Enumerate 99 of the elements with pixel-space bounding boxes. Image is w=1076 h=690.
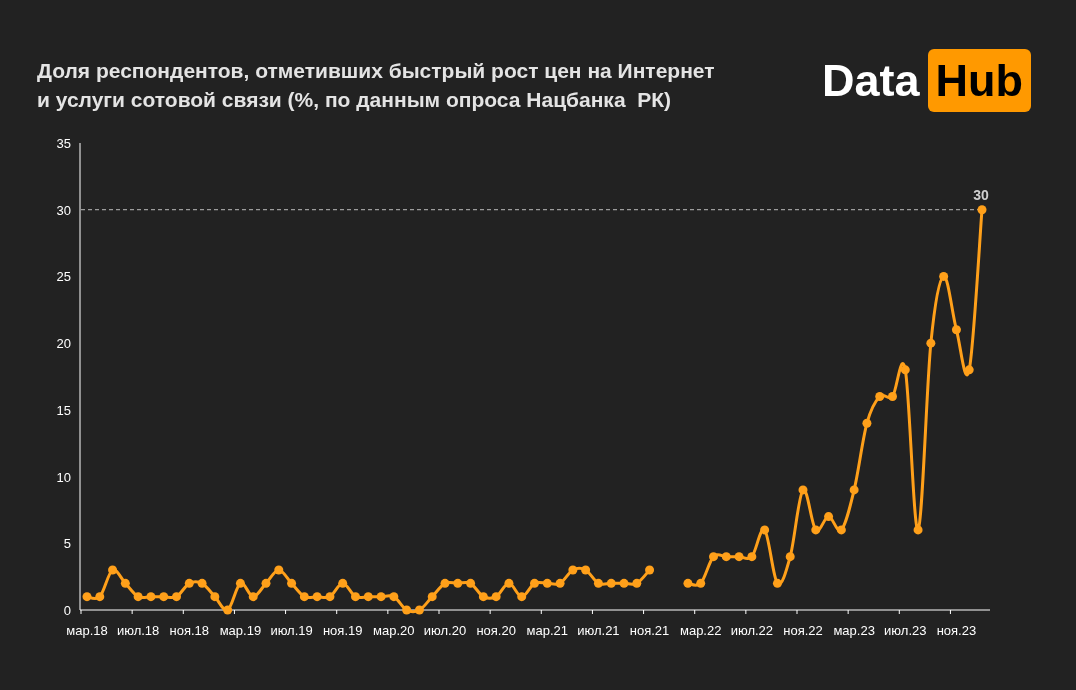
data-point — [619, 578, 629, 588]
data-point — [389, 592, 399, 602]
x-tick-label: ноя.20 — [476, 623, 516, 638]
data-point — [453, 578, 463, 588]
data-point — [683, 578, 693, 588]
data-point — [517, 592, 527, 602]
data-point — [184, 578, 194, 588]
y-tick-label: 15 — [56, 402, 71, 418]
data-point — [120, 578, 130, 588]
logo-badge: Hub — [927, 49, 1031, 112]
data-point — [248, 592, 258, 602]
data-point — [376, 592, 386, 602]
data-point — [504, 578, 514, 588]
data-point — [849, 485, 859, 495]
data-point — [210, 592, 220, 602]
x-tick-label: июл.18 — [116, 623, 160, 638]
data-point — [926, 338, 936, 348]
x-tick-label: мар.19 — [219, 623, 262, 638]
data-point — [939, 271, 949, 281]
data-point — [747, 552, 757, 562]
x-tick-label: ноя.21 — [629, 623, 670, 638]
data-point — [709, 552, 718, 562]
y-tick-label: 25 — [56, 269, 71, 285]
data-point — [888, 392, 897, 401]
data-point — [108, 565, 118, 575]
data-point — [299, 592, 309, 602]
x-tick-label: июл.20 — [423, 623, 467, 638]
data-point — [824, 512, 834, 522]
data-point — [900, 365, 910, 375]
data-point — [632, 578, 642, 588]
data-point — [542, 578, 552, 588]
data-point — [951, 325, 961, 335]
data-point — [721, 552, 731, 562]
y-tick-label: 5 — [63, 536, 71, 552]
data-point — [760, 525, 770, 535]
x-tick-label: мар.20 — [373, 623, 415, 638]
data-point — [363, 592, 373, 602]
data-point — [836, 525, 846, 535]
data-point — [351, 592, 360, 602]
value-label: 30 — [973, 186, 989, 203]
data-point — [734, 552, 744, 562]
x-tick-label: мар.23 — [833, 623, 875, 638]
data-point — [491, 592, 501, 602]
data-point — [95, 592, 105, 602]
data-point — [875, 392, 885, 401]
data-point — [172, 592, 181, 602]
y-tick-label: 0 — [63, 603, 71, 618]
data-point — [593, 578, 603, 588]
data-point — [798, 485, 808, 495]
data-point — [223, 605, 233, 615]
data-point — [568, 565, 578, 575]
data-point — [913, 525, 923, 535]
data-point — [862, 418, 872, 428]
data-point — [555, 578, 565, 588]
data-point — [964, 365, 974, 375]
y-tick-label: 20 — [56, 336, 71, 352]
x-tick-label: мар.18 — [66, 623, 108, 638]
y-tick-label: 35 — [56, 136, 71, 151]
data-point — [466, 578, 476, 588]
data-point — [785, 552, 795, 562]
data-point — [581, 565, 591, 575]
y-tick-label: 10 — [56, 469, 71, 485]
data-point — [811, 525, 821, 535]
x-tick-label: июл.23 — [884, 623, 927, 638]
chart-title: Доля респондентов, отметивших быстрый рост цен на Интернет и услуги сотовой связи (%, по данным опроса Нацбанка РК) — [37, 58, 716, 113]
x-tick-label: мар.22 — [679, 623, 722, 638]
data-point — [325, 592, 335, 602]
data-point — [530, 578, 539, 588]
data-point — [427, 592, 437, 602]
data-point — [402, 605, 412, 615]
data-point — [274, 565, 284, 575]
data-point — [977, 205, 987, 215]
data-point — [772, 578, 782, 588]
logo-text: Data — [821, 58, 920, 103]
data-point — [146, 592, 156, 602]
data-point — [440, 578, 450, 588]
data-point — [478, 592, 488, 602]
x-tick-label: ноя.22 — [783, 623, 823, 638]
data-point — [197, 578, 207, 588]
data-point — [82, 592, 92, 602]
x-tick-label: июл.19 — [270, 623, 313, 638]
x-tick-label: мар.21 — [526, 623, 569, 638]
data-point — [261, 578, 271, 588]
x-tick-label: ноя.18 — [169, 623, 210, 638]
data-point — [645, 565, 655, 575]
y-tick-label: 30 — [56, 202, 71, 218]
data-point — [338, 578, 348, 588]
data-point — [159, 592, 169, 602]
data-point — [414, 605, 424, 615]
data-point — [696, 578, 706, 588]
data-point — [606, 578, 616, 588]
data-point — [133, 592, 143, 602]
data-point — [235, 578, 245, 588]
x-tick-label: июл.21 — [577, 623, 620, 638]
data-point — [312, 592, 322, 602]
x-tick-label: ноя.23 — [936, 623, 977, 638]
data-point — [287, 578, 297, 588]
x-tick-label: ноя.19 — [322, 623, 363, 638]
x-tick-label: июл.22 — [730, 623, 774, 638]
